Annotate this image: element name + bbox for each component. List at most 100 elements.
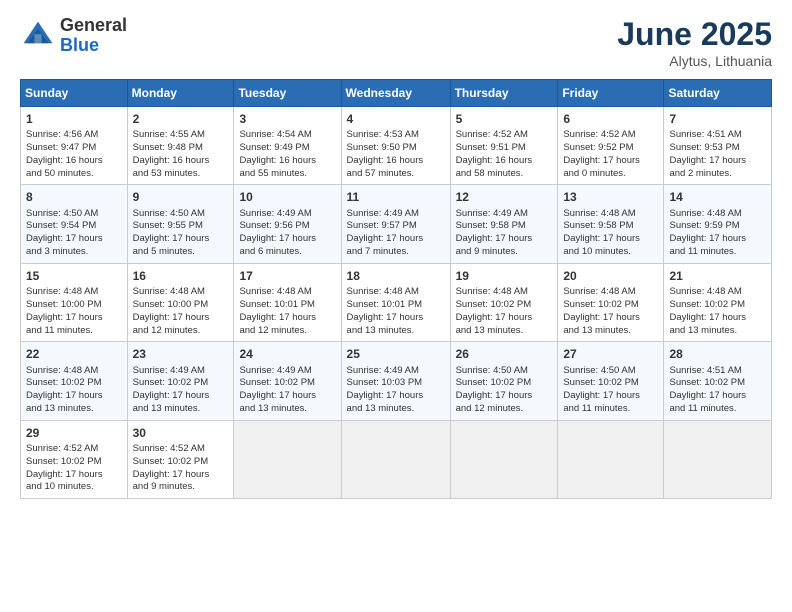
day-number: 9 <box>133 189 229 205</box>
day-header-thursday: Thursday <box>450 80 558 107</box>
day-info: Sunrise: 4:49 AM Sunset: 10:02 PM Daylig… <box>239 365 335 416</box>
day-number: 3 <box>239 111 335 127</box>
calendar-cell: 16 Sunrise: 4:48 AM Sunset: 10:00 PM Dayl… <box>127 263 234 341</box>
calendar-cell: 18 Sunrise: 4:48 AM Sunset: 10:01 PM Dayl… <box>341 263 450 341</box>
day-info: Sunrise: 4:53 AM Sunset: 9:50 PM Dayligh… <box>347 129 445 180</box>
day-info: Sunrise: 4:52 AM Sunset: 9:51 PM Dayligh… <box>456 129 553 180</box>
logo-blue: Blue <box>60 36 127 56</box>
day-info: Sunrise: 4:50 AM Sunset: 9:55 PM Dayligh… <box>133 208 229 259</box>
calendar-cell: 20 Sunrise: 4:48 AM Sunset: 10:02 PM Dayl… <box>558 263 664 341</box>
week-row-2: 8 Sunrise: 4:50 AM Sunset: 9:54 PM Daylig… <box>21 185 772 263</box>
day-header-saturday: Saturday <box>664 80 772 107</box>
calendar-cell <box>450 420 558 498</box>
day-number: 30 <box>133 425 229 441</box>
day-header-tuesday: Tuesday <box>234 80 341 107</box>
day-header-monday: Monday <box>127 80 234 107</box>
calendar-cell: 23 Sunrise: 4:49 AM Sunset: 10:02 PM Dayl… <box>127 342 234 420</box>
day-number: 12 <box>456 189 553 205</box>
day-number: 18 <box>347 268 445 284</box>
day-number: 22 <box>26 346 122 362</box>
day-info: Sunrise: 4:56 AM Sunset: 9:47 PM Dayligh… <box>26 129 122 180</box>
calendar-cell: 27 Sunrise: 4:50 AM Sunset: 10:02 PM Dayl… <box>558 342 664 420</box>
calendar-cell: 22Sunrise: 4:48 AM Sunset: 10:02 PM Dayl… <box>21 342 128 420</box>
logo-text: General Blue <box>60 16 127 56</box>
day-number: 27 <box>563 346 658 362</box>
calendar-cell: 28 Sunrise: 4:51 AM Sunset: 10:02 PM Dayl… <box>664 342 772 420</box>
day-info: Sunrise: 4:49 AM Sunset: 10:03 PM Daylig… <box>347 365 445 416</box>
calendar-cell: 10Sunrise: 4:49 AM Sunset: 9:56 PM Dayli… <box>234 185 341 263</box>
header-row: SundayMondayTuesdayWednesdayThursdayFrid… <box>21 80 772 107</box>
day-number: 17 <box>239 268 335 284</box>
day-header-sunday: Sunday <box>21 80 128 107</box>
day-number: 15 <box>26 268 122 284</box>
week-row-4: 22Sunrise: 4:48 AM Sunset: 10:02 PM Dayl… <box>21 342 772 420</box>
day-info: Sunrise: 4:48 AM Sunset: 10:02 PM Daylig… <box>456 286 553 337</box>
day-number: 24 <box>239 346 335 362</box>
day-number: 6 <box>563 111 658 127</box>
day-number: 25 <box>347 346 445 362</box>
day-info: Sunrise: 4:48 AM Sunset: 10:00 PM Daylig… <box>26 286 122 337</box>
calendar-cell <box>558 420 664 498</box>
day-number: 8 <box>26 189 122 205</box>
calendar-cell: 1Sunrise: 4:56 AM Sunset: 9:47 PM Daylig… <box>21 107 128 185</box>
day-info: Sunrise: 4:48 AM Sunset: 10:01 PM Daylig… <box>239 286 335 337</box>
page: General Blue June 2025 Alytus, Lithuania… <box>0 0 792 612</box>
week-row-3: 15 Sunrise: 4:48 AM Sunset: 10:00 PM Dayl… <box>21 263 772 341</box>
header: General Blue June 2025 Alytus, Lithuania <box>20 16 772 69</box>
week-row-5: 29 Sunrise: 4:52 AM Sunset: 10:02 PM Dayl… <box>21 420 772 498</box>
day-info: Sunrise: 4:48 AM Sunset: 10:02 PM Daylig… <box>669 286 766 337</box>
day-info: Sunrise: 4:49 AM Sunset: 9:57 PM Dayligh… <box>347 208 445 259</box>
calendar-cell: 24 Sunrise: 4:49 AM Sunset: 10:02 PM Dayl… <box>234 342 341 420</box>
day-info: Sunrise: 4:50 AM Sunset: 10:02 PM Daylig… <box>456 365 553 416</box>
day-number: 23 <box>133 346 229 362</box>
calendar-cell: 19Sunrise: 4:48 AM Sunset: 10:02 PM Dayl… <box>450 263 558 341</box>
day-number: 29 <box>26 425 122 441</box>
day-info: Sunrise: 4:52 AM Sunset: 10:02 PM Daylig… <box>133 443 229 494</box>
calendar-cell: 14 Sunrise: 4:48 AM Sunset: 9:59 PM Dayli… <box>664 185 772 263</box>
day-info: Sunrise: 4:48 AM Sunset: 10:01 PM Daylig… <box>347 286 445 337</box>
logo: General Blue <box>20 16 127 56</box>
week-row-1: 1Sunrise: 4:56 AM Sunset: 9:47 PM Daylig… <box>21 107 772 185</box>
day-info: Sunrise: 4:50 AM Sunset: 9:54 PM Dayligh… <box>26 208 122 259</box>
day-number: 20 <box>563 268 658 284</box>
location: Alytus, Lithuania <box>617 53 772 69</box>
day-number: 5 <box>456 111 553 127</box>
day-info: Sunrise: 4:54 AM Sunset: 9:49 PM Dayligh… <box>239 129 335 180</box>
day-number: 26 <box>456 346 553 362</box>
day-info: Sunrise: 4:52 AM Sunset: 9:52 PM Dayligh… <box>563 129 658 180</box>
day-number: 14 <box>669 189 766 205</box>
calendar-cell <box>341 420 450 498</box>
calendar-cell: 30 Sunrise: 4:52 AM Sunset: 10:02 PM Dayl… <box>127 420 234 498</box>
day-info: Sunrise: 4:48 AM Sunset: 10:02 PM Daylig… <box>563 286 658 337</box>
calendar-cell: 13Sunrise: 4:48 AM Sunset: 9:58 PM Dayli… <box>558 185 664 263</box>
month-title: June 2025 <box>617 16 772 53</box>
calendar-cell: 21 Sunrise: 4:48 AM Sunset: 10:02 PM Dayl… <box>664 263 772 341</box>
day-number: 16 <box>133 268 229 284</box>
day-info: Sunrise: 4:50 AM Sunset: 10:02 PM Daylig… <box>563 365 658 416</box>
day-info: Sunrise: 4:49 AM Sunset: 9:58 PM Dayligh… <box>456 208 553 259</box>
day-info: Sunrise: 4:55 AM Sunset: 9:48 PM Dayligh… <box>133 129 229 180</box>
day-header-friday: Friday <box>558 80 664 107</box>
calendar-cell: 2 Sunrise: 4:55 AM Sunset: 9:48 PM Daylig… <box>127 107 234 185</box>
day-number: 28 <box>669 346 766 362</box>
calendar-cell <box>234 420 341 498</box>
day-number: 11 <box>347 189 445 205</box>
day-number: 2 <box>133 111 229 127</box>
logo-icon <box>20 18 56 54</box>
calendar-cell: 15 Sunrise: 4:48 AM Sunset: 10:00 PM Dayl… <box>21 263 128 341</box>
logo-general: General <box>60 16 127 36</box>
calendar-cell: 25 Sunrise: 4:49 AM Sunset: 10:03 PM Dayl… <box>341 342 450 420</box>
calendar-cell: 17 Sunrise: 4:48 AM Sunset: 10:01 PM Dayl… <box>234 263 341 341</box>
day-info: Sunrise: 4:51 AM Sunset: 10:02 PM Daylig… <box>669 365 766 416</box>
calendar-cell: 6 Sunrise: 4:52 AM Sunset: 9:52 PM Daylig… <box>558 107 664 185</box>
day-info: Sunrise: 4:48 AM Sunset: 9:59 PM Dayligh… <box>669 208 766 259</box>
day-info: Sunrise: 4:48 AM Sunset: 10:00 PM Daylig… <box>133 286 229 337</box>
day-info: Sunrise: 4:48 AM Sunset: 9:58 PM Dayligh… <box>563 208 658 259</box>
day-number: 21 <box>669 268 766 284</box>
calendar-cell: 11 Sunrise: 4:49 AM Sunset: 9:57 PM Dayli… <box>341 185 450 263</box>
day-info: Sunrise: 4:51 AM Sunset: 9:53 PM Dayligh… <box>669 129 766 180</box>
calendar-cell <box>664 420 772 498</box>
calendar-cell: 4Sunrise: 4:53 AM Sunset: 9:50 PM Daylig… <box>341 107 450 185</box>
day-info: Sunrise: 4:49 AM Sunset: 10:02 PM Daylig… <box>133 365 229 416</box>
calendar-cell: 29Sunrise: 4:52 AM Sunset: 10:02 PM Dayl… <box>21 420 128 498</box>
